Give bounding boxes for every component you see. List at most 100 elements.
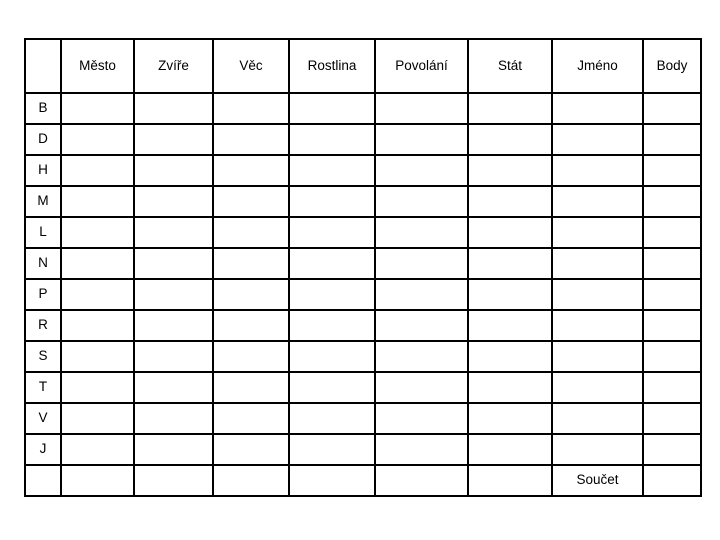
- entry-cell-zvire[interactable]: [133, 371, 214, 404]
- entry-cell-body[interactable]: [642, 433, 702, 466]
- entry-cell-rostlina[interactable]: [288, 433, 376, 466]
- entry-cell-povolani[interactable]: [374, 247, 469, 280]
- footer-cell-povolani[interactable]: [374, 464, 469, 497]
- entry-cell-body[interactable]: [642, 247, 702, 280]
- entry-cell-vec[interactable]: [212, 185, 290, 218]
- entry-cell-povolani[interactable]: [374, 216, 469, 249]
- entry-cell-povolani[interactable]: [374, 154, 469, 187]
- entry-cell-povolani[interactable]: [374, 433, 469, 466]
- entry-cell-zvire[interactable]: [133, 278, 214, 311]
- entry-cell-mesto[interactable]: [60, 216, 135, 249]
- entry-cell-body[interactable]: [642, 402, 702, 435]
- entry-cell-mesto[interactable]: [60, 309, 135, 342]
- entry-cell-body[interactable]: [642, 216, 702, 249]
- entry-cell-zvire[interactable]: [133, 402, 214, 435]
- entry-cell-povolani[interactable]: [374, 278, 469, 311]
- footer-cell-body[interactable]: [642, 464, 702, 497]
- entry-cell-vec[interactable]: [212, 371, 290, 404]
- entry-cell-povolani[interactable]: [374, 371, 469, 404]
- entry-cell-body[interactable]: [642, 371, 702, 404]
- entry-cell-stat[interactable]: [467, 278, 553, 311]
- entry-cell-vec[interactable]: [212, 402, 290, 435]
- entry-cell-vec[interactable]: [212, 278, 290, 311]
- footer-cell-vec[interactable]: [212, 464, 290, 497]
- entry-cell-zvire[interactable]: [133, 340, 214, 373]
- entry-cell-body[interactable]: [642, 340, 702, 373]
- entry-cell-vec[interactable]: [212, 154, 290, 187]
- entry-cell-rostlina[interactable]: [288, 247, 376, 280]
- entry-cell-povolani[interactable]: [374, 185, 469, 218]
- entry-cell-rostlina[interactable]: [288, 123, 376, 156]
- entry-cell-zvire[interactable]: [133, 247, 214, 280]
- entry-cell-rostlina[interactable]: [288, 402, 376, 435]
- entry-cell-jmeno[interactable]: [551, 123, 644, 156]
- entry-cell-stat[interactable]: [467, 340, 553, 373]
- entry-cell-vec[interactable]: [212, 309, 290, 342]
- entry-cell-vec[interactable]: [212, 216, 290, 249]
- entry-cell-mesto[interactable]: [60, 340, 135, 373]
- entry-cell-stat[interactable]: [467, 433, 553, 466]
- entry-cell-mesto[interactable]: [60, 247, 135, 280]
- entry-cell-stat[interactable]: [467, 92, 553, 125]
- footer-cell-mesto[interactable]: [60, 464, 135, 497]
- footer-cell-zvire[interactable]: [133, 464, 214, 497]
- entry-cell-povolani[interactable]: [374, 309, 469, 342]
- entry-cell-mesto[interactable]: [60, 92, 135, 125]
- entry-cell-zvire[interactable]: [133, 309, 214, 342]
- entry-cell-povolani[interactable]: [374, 402, 469, 435]
- entry-cell-jmeno[interactable]: [551, 433, 644, 466]
- entry-cell-zvire[interactable]: [133, 433, 214, 466]
- entry-cell-stat[interactable]: [467, 216, 553, 249]
- entry-cell-zvire[interactable]: [133, 154, 214, 187]
- entry-cell-jmeno[interactable]: [551, 402, 644, 435]
- entry-cell-body[interactable]: [642, 278, 702, 311]
- entry-cell-jmeno[interactable]: [551, 247, 644, 280]
- entry-cell-rostlina[interactable]: [288, 154, 376, 187]
- entry-cell-rostlina[interactable]: [288, 278, 376, 311]
- entry-cell-jmeno[interactable]: [551, 185, 644, 218]
- entry-cell-stat[interactable]: [467, 402, 553, 435]
- entry-cell-mesto[interactable]: [60, 123, 135, 156]
- entry-cell-jmeno[interactable]: [551, 278, 644, 311]
- entry-cell-jmeno[interactable]: [551, 154, 644, 187]
- entry-cell-stat[interactable]: [467, 154, 553, 187]
- entry-cell-stat[interactable]: [467, 123, 553, 156]
- entry-cell-povolani[interactable]: [374, 123, 469, 156]
- entry-cell-jmeno[interactable]: [551, 340, 644, 373]
- entry-cell-zvire[interactable]: [133, 123, 214, 156]
- entry-cell-zvire[interactable]: [133, 92, 214, 125]
- entry-cell-rostlina[interactable]: [288, 309, 376, 342]
- entry-cell-body[interactable]: [642, 309, 702, 342]
- entry-cell-rostlina[interactable]: [288, 92, 376, 125]
- entry-cell-rostlina[interactable]: [288, 185, 376, 218]
- entry-cell-vec[interactable]: [212, 247, 290, 280]
- entry-cell-vec[interactable]: [212, 340, 290, 373]
- entry-cell-stat[interactable]: [467, 185, 553, 218]
- entry-cell-jmeno[interactable]: [551, 309, 644, 342]
- entry-cell-povolani[interactable]: [374, 340, 469, 373]
- entry-cell-mesto[interactable]: [60, 433, 135, 466]
- entry-cell-stat[interactable]: [467, 371, 553, 404]
- entry-cell-jmeno[interactable]: [551, 371, 644, 404]
- entry-cell-povolani[interactable]: [374, 92, 469, 125]
- entry-cell-jmeno[interactable]: [551, 92, 644, 125]
- entry-cell-zvire[interactable]: [133, 185, 214, 218]
- entry-cell-stat[interactable]: [467, 247, 553, 280]
- entry-cell-zvire[interactable]: [133, 216, 214, 249]
- entry-cell-vec[interactable]: [212, 123, 290, 156]
- entry-cell-mesto[interactable]: [60, 154, 135, 187]
- entry-cell-rostlina[interactable]: [288, 340, 376, 373]
- entry-cell-body[interactable]: [642, 92, 702, 125]
- footer-cell-stat[interactable]: [467, 464, 553, 497]
- entry-cell-mesto[interactable]: [60, 185, 135, 218]
- entry-cell-mesto[interactable]: [60, 278, 135, 311]
- footer-cell-rostlina[interactable]: [288, 464, 376, 497]
- entry-cell-body[interactable]: [642, 185, 702, 218]
- entry-cell-jmeno[interactable]: [551, 216, 644, 249]
- entry-cell-vec[interactable]: [212, 92, 290, 125]
- entry-cell-vec[interactable]: [212, 433, 290, 466]
- entry-cell-mesto[interactable]: [60, 402, 135, 435]
- entry-cell-rostlina[interactable]: [288, 371, 376, 404]
- entry-cell-body[interactable]: [642, 123, 702, 156]
- entry-cell-body[interactable]: [642, 154, 702, 187]
